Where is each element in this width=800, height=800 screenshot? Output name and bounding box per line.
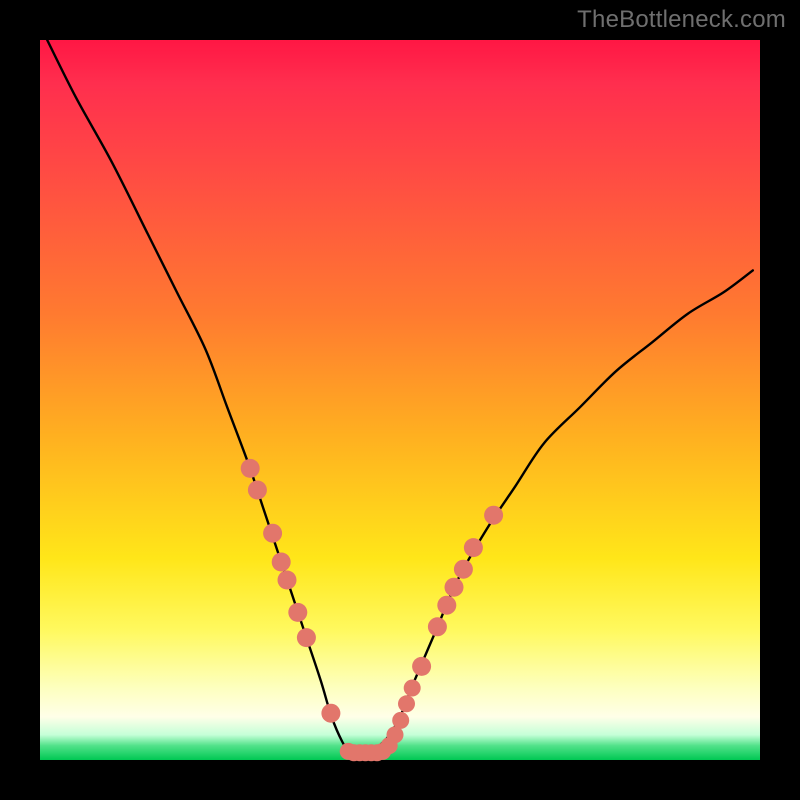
data-point [288, 603, 307, 622]
plot-area [40, 40, 760, 760]
data-point [412, 657, 431, 676]
chart-frame: TheBottleneck.com [0, 0, 800, 800]
data-point [241, 459, 260, 478]
data-point [445, 578, 464, 597]
watermark-text: TheBottleneck.com [577, 6, 786, 34]
data-point [484, 506, 503, 525]
curve-line [47, 40, 753, 754]
data-point [398, 695, 415, 712]
data-point [437, 596, 456, 615]
data-point [278, 571, 297, 590]
data-point [272, 553, 291, 572]
bottleneck-curve [47, 40, 753, 754]
data-point [404, 680, 421, 697]
data-point [454, 560, 473, 579]
data-point [248, 481, 267, 500]
data-point [321, 704, 340, 723]
chart-svg [40, 40, 760, 760]
data-point [392, 712, 409, 729]
markers-right-cluster [412, 506, 503, 676]
data-point [428, 617, 447, 636]
markers-bottom-cluster [340, 680, 421, 762]
data-point [297, 628, 316, 647]
data-point [263, 524, 282, 543]
data-point [464, 538, 483, 557]
